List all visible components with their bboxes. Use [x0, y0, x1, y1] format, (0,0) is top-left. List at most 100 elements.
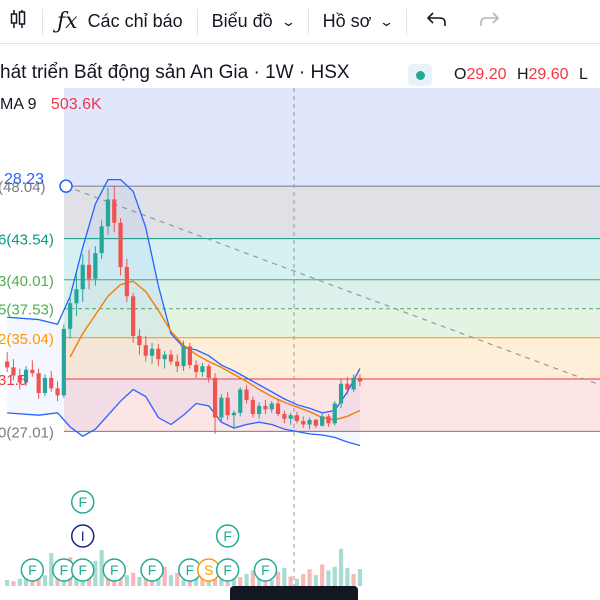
low-key: L: [579, 66, 588, 83]
volume-bar: [313, 575, 318, 586]
volume-bar: [11, 581, 16, 586]
candle-body: [143, 345, 148, 356]
event-marker-letter: F: [148, 562, 157, 578]
candle-body: [219, 397, 224, 418]
open-key: O: [454, 66, 467, 83]
function-icon: ƒx: [57, 9, 78, 34]
volume-bar: [338, 548, 344, 586]
volume-bar: [345, 568, 350, 586]
candle-body: [301, 421, 306, 425]
candle-body: [351, 377, 356, 390]
event-marker-letter: F: [223, 528, 232, 544]
volume-bar: [124, 575, 129, 586]
indicators-button[interactable]: ƒx Các chỉ báo: [43, 0, 197, 44]
high-value: 29.60: [528, 66, 569, 83]
volume-bar: [307, 569, 312, 586]
candles-icon: [10, 8, 32, 35]
fib-level-label: 31.5: [0, 372, 27, 389]
candle-body: [257, 405, 262, 415]
indicators-label: Các chỉ báo: [87, 11, 183, 31]
candle-body: [131, 296, 136, 336]
volume-bar: [42, 575, 48, 586]
candle-body: [338, 383, 344, 404]
candle-body: [282, 414, 287, 419]
current-price-text: 28.23: [4, 171, 44, 188]
open-value: 29.20: [466, 66, 507, 83]
top-toolbar: ƒx Các chỉ báo Biểu đồ ⌄ Hồ sơ ⌄: [0, 0, 600, 44]
candle-body: [74, 289, 79, 304]
candle-body: [181, 346, 186, 367]
event-marker-letter: I: [81, 528, 85, 544]
candle-body: [149, 348, 155, 356]
undo-button[interactable]: [407, 0, 465, 44]
volume-ma-label: MA 9: [0, 96, 37, 113]
candle-body: [244, 389, 249, 401]
fib-level-label: 0(27.01): [0, 424, 54, 441]
volume-bar: [294, 578, 300, 586]
candle-body: [263, 405, 268, 410]
candle-body: [345, 383, 350, 390]
chart-menu-label: Biểu đồ: [211, 11, 273, 31]
price-chart[interactable]: F F FIFF F F S FFF (48.04)6(43.54)3(40.01)5(37…: [0, 44, 600, 600]
volume-bar: [168, 575, 174, 586]
candle-body: [175, 361, 180, 367]
bottom-toolbar-handle[interactable]: [230, 586, 358, 600]
redo-icon: [479, 10, 501, 33]
candle-body: [156, 348, 161, 360]
volume-bar: [320, 564, 325, 586]
candle-body: [162, 354, 167, 360]
volume-bar: [5, 580, 10, 586]
volume-bar: [357, 569, 363, 586]
event-marker-letter: F: [110, 562, 119, 578]
candle-body: [68, 303, 73, 329]
volume-ma-value: 503.6K: [50, 96, 102, 113]
candle-body: [225, 397, 230, 416]
event-marker-letter: F: [60, 562, 69, 578]
volume-bar: [238, 577, 243, 586]
candle-body: [86, 264, 92, 279]
candle-body: [30, 369, 35, 374]
volume-bar: [181, 580, 186, 586]
candle-body: [320, 416, 325, 426]
event-marker-letter: F: [223, 562, 232, 578]
volume-bar: [301, 574, 306, 586]
candle-body: [80, 264, 85, 290]
live-dot-icon: [416, 71, 425, 80]
candle-body: [294, 415, 300, 422]
candle-body: [357, 377, 363, 382]
symbol-title[interactable]: hát triển Bất động sản An Gia · 1W · HSX: [0, 62, 350, 84]
candle-body: [105, 199, 111, 227]
candle-body: [269, 403, 274, 410]
fib-level-label: 6(43.54): [0, 232, 54, 249]
redo-button[interactable]: [465, 0, 515, 44]
fib-level-label: 5(37.53): [0, 302, 54, 319]
fib-band: [64, 88, 600, 187]
volume-ma-legend[interactable]: MA 9 503.6K: [0, 96, 102, 114]
current-price-label: 28.23: [4, 171, 44, 188]
market-status-badge[interactable]: [408, 64, 432, 86]
volume-bar: [131, 572, 136, 586]
volume-bar: [332, 566, 337, 586]
volume-bar: [351, 574, 356, 586]
candle-body: [194, 365, 199, 373]
volume-bar: [244, 574, 249, 586]
chart-type-button[interactable]: [0, 0, 42, 44]
candle-body: [55, 388, 60, 396]
candle-body: [288, 415, 293, 419]
event-marker-letter: F: [186, 562, 195, 578]
event-marker-letter: F: [261, 562, 270, 578]
profile-menu-button[interactable]: Hồ sơ ⌄: [309, 0, 407, 44]
volume-bar: [326, 570, 331, 586]
high-key: H: [516, 66, 529, 83]
candle-body: [118, 222, 123, 268]
event-markers[interactable]: F F FIFF F F S FFF: [20, 490, 278, 582]
volume-bar: [288, 576, 293, 586]
fib-level-label: 2(35.04): [0, 331, 54, 348]
candle-body: [231, 412, 237, 416]
candle-body: [250, 400, 255, 415]
candle-body: [42, 377, 48, 394]
candle-body: [49, 377, 54, 389]
chart-menu-button[interactable]: Biểu đồ ⌄: [198, 0, 308, 44]
candle-body: [275, 403, 281, 415]
fib-level-label: 3(40.01): [0, 273, 54, 290]
